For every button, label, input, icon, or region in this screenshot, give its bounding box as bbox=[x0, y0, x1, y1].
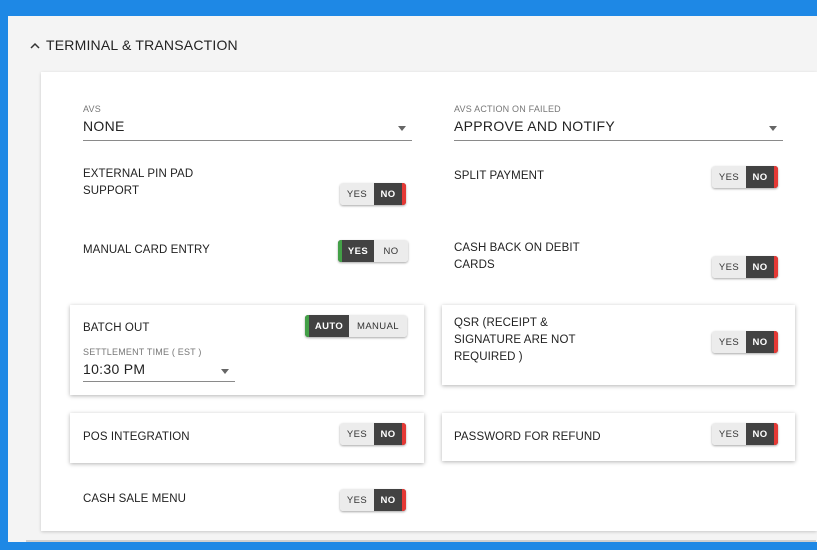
manual-option[interactable]: MANUAL bbox=[349, 315, 407, 337]
label-line: REQUIRED ) bbox=[454, 351, 523, 363]
password-refund-label: PASSWORD FOR REFUND bbox=[454, 431, 601, 443]
split-payment-toggle[interactable]: YES NO bbox=[712, 166, 778, 188]
batch-out-label: BATCH OUT bbox=[83, 322, 150, 334]
password-refund-toggle[interactable]: YES NO bbox=[712, 423, 778, 445]
chevron-down-icon bbox=[221, 369, 229, 374]
chevron-down-icon bbox=[769, 126, 777, 131]
yes-option[interactable]: YES bbox=[340, 489, 374, 511]
cash-sale-menu-label: CASH SALE MENU bbox=[83, 493, 187, 505]
manual-card-entry-toggle[interactable]: YES NO bbox=[338, 240, 408, 262]
cash-sale-menu-toggle[interactable]: YES NO bbox=[340, 489, 406, 511]
no-option[interactable]: NO bbox=[746, 423, 778, 445]
settlement-time-caption: SETTLEMENT TIME ( EST ) bbox=[83, 347, 202, 357]
no-option[interactable]: NO bbox=[374, 423, 406, 445]
no-option[interactable]: NO bbox=[374, 240, 408, 262]
label-line: CASH BACK ON DEBIT bbox=[454, 242, 580, 254]
avs-failed-value: APPROVE AND NOTIFY bbox=[454, 118, 615, 134]
manual-card-entry-label: MANUAL CARD ENTRY bbox=[83, 244, 210, 256]
cash-back-label: CASH BACK ON DEBIT CARDS bbox=[454, 240, 580, 274]
avs-failed-select[interactable]: APPROVE AND NOTIFY bbox=[454, 116, 783, 142]
avs-failed-underline bbox=[454, 140, 783, 141]
settlement-time-underline bbox=[83, 381, 235, 382]
yes-option[interactable]: YES bbox=[340, 423, 374, 445]
yes-option[interactable]: YES bbox=[340, 183, 374, 205]
cash-back-toggle[interactable]: YES NO bbox=[712, 256, 778, 278]
chevron-down-icon bbox=[398, 126, 406, 131]
label-line: CARDS bbox=[454, 259, 495, 271]
no-option[interactable]: NO bbox=[746, 331, 778, 353]
avs-select[interactable]: NONE bbox=[83, 116, 412, 142]
settlement-time-select[interactable]: 10:30 PM bbox=[83, 359, 235, 383]
label-line: QSR (RECEIPT & bbox=[454, 317, 548, 329]
auto-option[interactable]: AUTO bbox=[305, 315, 349, 337]
yes-option[interactable]: YES bbox=[712, 166, 746, 188]
label-line: SUPPORT bbox=[83, 185, 140, 197]
yes-option[interactable]: YES bbox=[712, 256, 746, 278]
no-option[interactable]: NO bbox=[374, 183, 406, 205]
label-line: EXTERNAL PIN PAD bbox=[83, 168, 194, 180]
yes-option[interactable]: YES bbox=[712, 423, 746, 445]
yes-option[interactable]: YES bbox=[338, 240, 374, 262]
no-option[interactable]: NO bbox=[746, 256, 778, 278]
pos-integration-toggle[interactable]: YES NO bbox=[340, 423, 406, 445]
avs-value: NONE bbox=[83, 118, 125, 134]
qsr-label: QSR (RECEIPT & SIGNATURE ARE NOT REQUIRE… bbox=[454, 315, 576, 366]
qsr-toggle[interactable]: YES NO bbox=[712, 331, 778, 353]
settings-panel: TERMINAL & TRANSACTION AVS NONE AVS ACTI… bbox=[8, 16, 817, 542]
pos-integration-box: POS INTEGRATION YES NO bbox=[70, 413, 424, 463]
split-payment-label: SPLIT PAYMENT bbox=[454, 170, 545, 182]
avs-underline bbox=[83, 140, 412, 141]
section-header[interactable]: TERMINAL & TRANSACTION bbox=[30, 36, 238, 54]
external-pin-pad-label: EXTERNAL PIN PAD SUPPORT bbox=[83, 166, 193, 200]
panel-divider bbox=[26, 540, 816, 542]
password-refund-box: PASSWORD FOR REFUND YES NO bbox=[442, 413, 795, 461]
label-line: SIGNATURE ARE NOT bbox=[454, 334, 576, 346]
settlement-time-value: 10:30 PM bbox=[83, 361, 146, 377]
qsr-box: QSR (RECEIPT & SIGNATURE ARE NOT REQUIRE… bbox=[442, 305, 795, 385]
batch-out-box: BATCH OUT AUTO MANUAL SETTLEMENT TIME ( … bbox=[70, 305, 424, 395]
pos-integration-label: POS INTEGRATION bbox=[83, 431, 190, 443]
section-title: TERMINAL & TRANSACTION bbox=[46, 37, 238, 53]
settings-card: AVS NONE AVS ACTION ON FAILED APPROVE AN… bbox=[41, 72, 817, 531]
yes-option[interactable]: YES bbox=[712, 331, 746, 353]
chevron-up-icon[interactable] bbox=[30, 38, 40, 52]
no-option[interactable]: NO bbox=[374, 489, 406, 511]
batch-out-toggle[interactable]: AUTO MANUAL bbox=[305, 315, 407, 337]
avs-caption: AVS bbox=[83, 104, 101, 114]
avs-failed-caption: AVS ACTION ON FAILED bbox=[454, 104, 561, 114]
no-option[interactable]: NO bbox=[746, 166, 778, 188]
external-pin-pad-toggle[interactable]: YES NO bbox=[340, 183, 406, 205]
